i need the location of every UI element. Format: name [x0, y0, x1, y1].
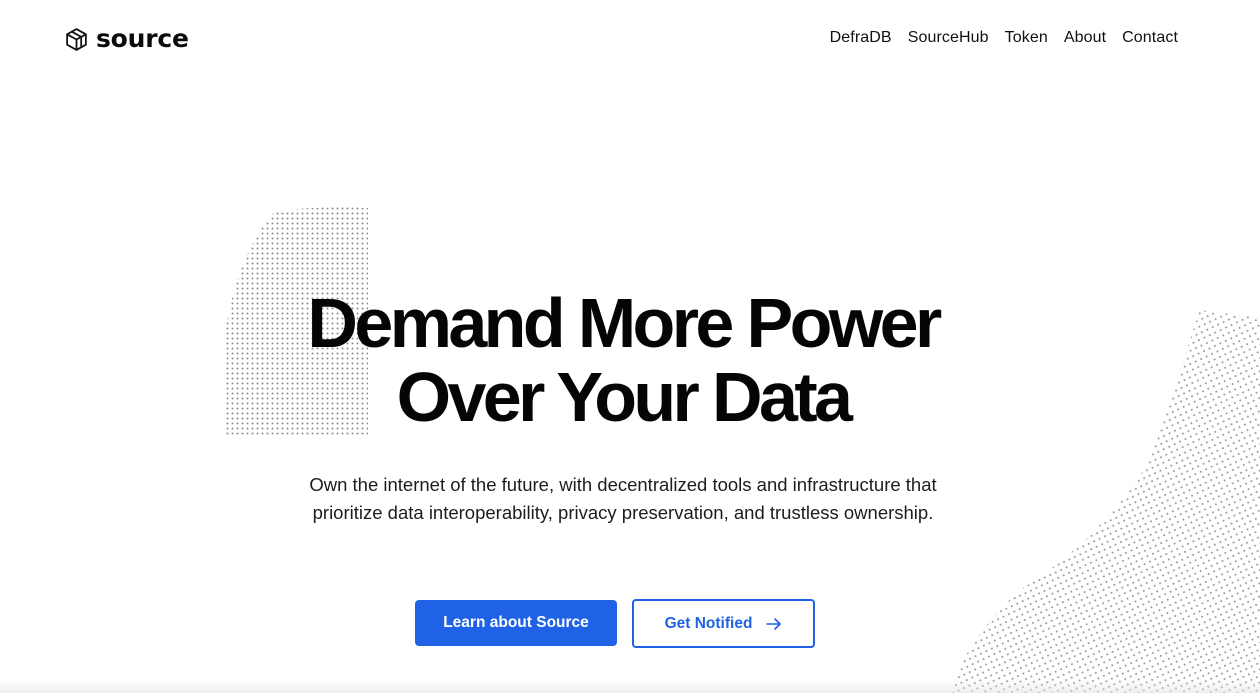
- hero-title: Demand More Power Over Your Data: [0, 286, 1246, 434]
- hero-title-line-2: Over Your Data: [396, 358, 853, 436]
- logo-link[interactable]: source: [64, 24, 189, 54]
- nav-item-defradb[interactable]: DefraDB: [830, 27, 892, 49]
- page: source DefraDB SourceHub Token About Con…: [0, 0, 1260, 693]
- site-header: source DefraDB SourceHub Token About Con…: [0, 0, 1260, 76]
- bottom-shadow: [0, 679, 1260, 693]
- learn-about-source-label: Learn about Source: [443, 614, 589, 631]
- hero-subtitle-line-1: Own the internet of the future, with dec…: [309, 474, 937, 495]
- nav-item-token[interactable]: Token: [1005, 27, 1048, 49]
- hero-title-line-1: Demand More Power: [307, 284, 942, 362]
- arrow-right-icon: [766, 617, 782, 631]
- get-notified-button[interactable]: Get Notified: [632, 599, 815, 648]
- nav-item-sourcehub[interactable]: SourceHub: [908, 27, 989, 49]
- hero-subtitle-line-2: prioritize data interoperability, privac…: [312, 502, 934, 523]
- get-notified-label: Get Notified: [664, 614, 753, 632]
- logo-text: source: [96, 24, 189, 53]
- source-logo-icon: [64, 27, 89, 52]
- main-nav: DefraDB SourceHub Token About Contact: [830, 27, 1178, 49]
- hero-subtitle: Own the internet of the future, with dec…: [270, 471, 976, 527]
- nav-item-contact[interactable]: Contact: [1122, 27, 1178, 49]
- nav-item-about[interactable]: About: [1064, 27, 1106, 49]
- learn-about-source-button[interactable]: Learn about Source: [415, 600, 617, 646]
